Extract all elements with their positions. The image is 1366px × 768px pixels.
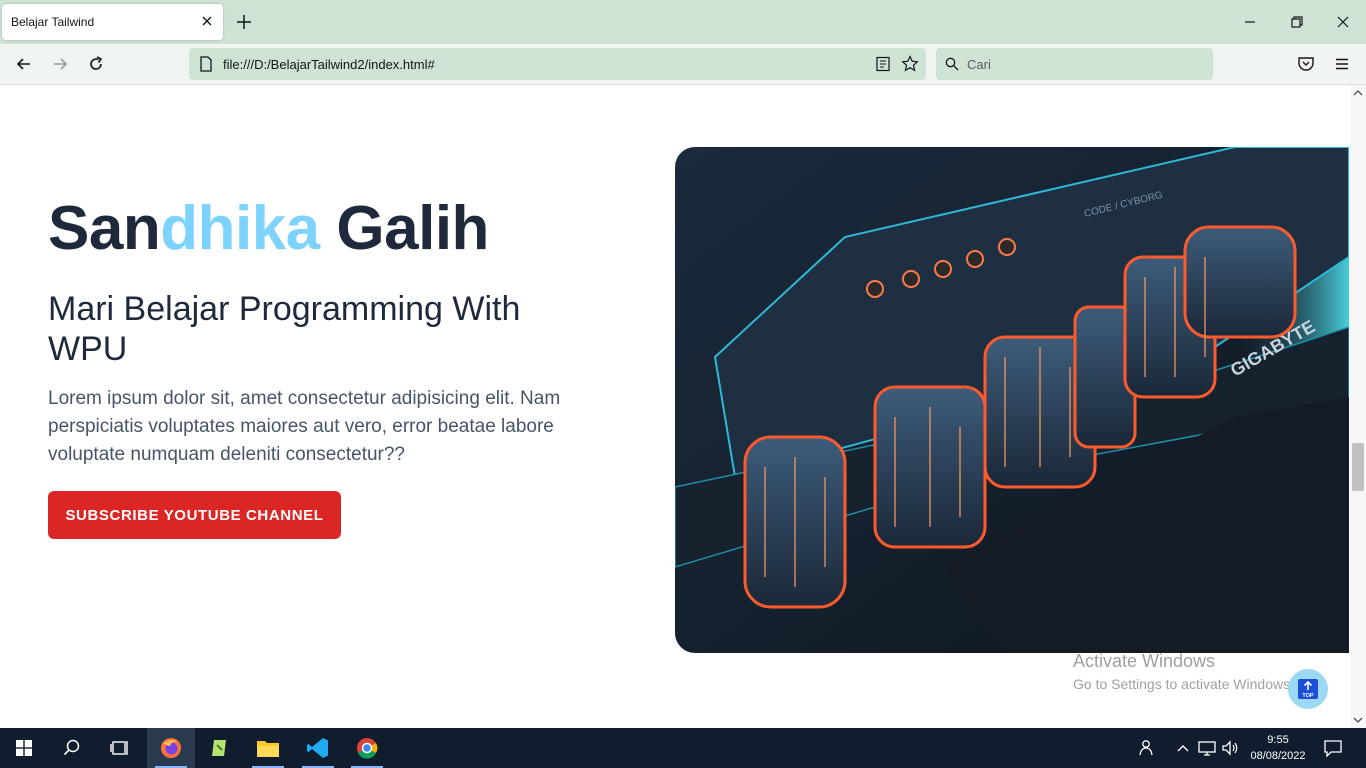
vscode-icon [307,738,328,758]
taskbar-search-button[interactable] [48,728,96,768]
search-placeholder: Cari [967,57,991,72]
new-tab-icon[interactable] [234,12,254,32]
address-bar[interactable]: file:///D:/BelajarTailwind2/index.html# [189,48,926,80]
hero-name-accent: dhika [160,194,320,263]
scrollbar[interactable] [1350,85,1366,728]
network-icon[interactable] [1197,738,1217,758]
arrow-up-icon: TOP [1298,679,1318,699]
taskbar-notepad-plus[interactable] [195,728,243,768]
page-icon [200,56,212,72]
back-arrow-icon[interactable] [14,54,34,74]
browser-tab-bar: Belajar Tailwind [0,0,1366,44]
system-clock[interactable]: 9:55 08/08/2022 [1246,732,1310,764]
taskbar-file-explorer[interactable] [244,728,292,768]
restore-icon[interactable] [1287,12,1307,32]
browser-tab[interactable]: Belajar Tailwind [2,4,223,40]
close-tab-icon[interactable] [199,13,215,29]
reader-view-icon[interactable] [875,56,891,72]
chrome-icon [357,738,378,759]
windows-logo-icon [16,740,32,756]
browser-navbar: file:///D:/BelajarTailwind2/index.html# … [0,44,1366,85]
firefox-icon [161,738,181,758]
pocket-icon[interactable] [1296,54,1316,74]
start-button[interactable] [0,728,48,768]
task-view-icon [110,741,128,755]
forward-arrow-icon[interactable] [50,54,70,74]
hero-image: GIGABYTE CODE / CYBORG [675,147,1349,653]
back-to-top-button[interactable]: TOP [1288,669,1328,709]
hero-name-part3: Galih [319,194,489,263]
clock-time: 9:55 [1267,734,1289,746]
hero-subtitle: Mari Belajar Programming With WPU [48,290,521,368]
scroll-up-icon[interactable] [1352,88,1364,98]
chevron-up-icon[interactable] [1173,738,1193,758]
clock-date: 08/08/2022 [1250,750,1306,762]
notification-icon[interactable] [1323,738,1343,758]
url-text: file:///D:/BelajarTailwind2/index.html# [223,57,435,72]
taskbar-chrome[interactable] [343,728,391,768]
search-icon [945,57,959,71]
tab-title: Belajar Tailwind [11,15,95,29]
volume-icon[interactable] [1220,738,1240,758]
scroll-down-icon[interactable] [1352,715,1364,725]
minimize-icon[interactable] [1240,12,1260,32]
scrollbar-thumb[interactable] [1352,443,1364,491]
menu-icon[interactable] [1332,54,1352,74]
subscribe-button[interactable]: SUBSCRIBE YOUTUBE CHANNEL [48,491,341,539]
hero-name: Sandhika Galih [48,193,489,265]
windows-taskbar: 9:55 08/08/2022 [0,728,1366,768]
reload-icon[interactable] [86,54,106,74]
folder-icon [257,741,279,757]
close-window-icon[interactable] [1333,12,1353,32]
task-view-button[interactable] [96,728,144,768]
search-bar[interactable]: Cari [936,48,1213,80]
taskbar-firefox[interactable] [147,728,195,768]
top-label: TOP [1302,693,1314,699]
people-icon[interactable] [1137,738,1157,758]
activate-windows-title: Activate Windows [1073,651,1216,671]
notepad-plus-icon [212,740,226,756]
hero-name-part1: San [48,194,161,263]
bookmark-star-icon[interactable] [901,55,919,73]
activate-windows-subtitle: Go to Settings to activate Windows. [1073,676,1294,692]
gaming-illustration: GIGABYTE CODE / CYBORG [675,147,1349,653]
search-icon [63,739,80,756]
taskbar-vscode[interactable] [294,728,342,768]
page-viewport: Sandhika Galih Mari Belajar Programming … [0,85,1366,728]
hero-description: Lorem ipsum dolor sit, amet consectetur … [48,388,561,465]
